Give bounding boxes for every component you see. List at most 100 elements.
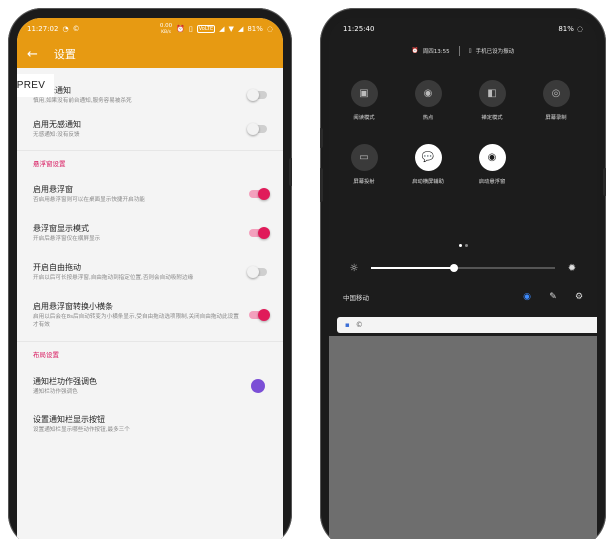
qs-tile-label: 阅读模式	[353, 115, 375, 121]
ring-mode-status[interactable]: 手机已设为振动	[476, 47, 515, 55]
page-indicator	[329, 244, 597, 247]
app-notification-icon: ©	[72, 25, 80, 33]
setting-title: 启用无感通知	[33, 120, 81, 129]
brightness-fill	[371, 267, 454, 269]
enable-float-switch[interactable]	[249, 188, 270, 200]
page-title: 设置	[53, 48, 76, 61]
cast-icon: ▭	[350, 144, 378, 171]
setting-subtitle: 开启以后可长按悬浮窗,自由拖动到指定位置,否则会自动吸附边缘	[33, 275, 194, 281]
qs-tile-zen-mode[interactable]: ◧ 禅定模式	[463, 80, 521, 121]
setting-title: 示通知	[47, 86, 71, 95]
app-bar: ← 设置	[17, 40, 283, 68]
signal-icon: ◢	[219, 25, 225, 33]
screenshot-stage: 11:27:02 ◔ © 0.00 KB/s ⏰ ▯ VoLTE ◢ ▼ ◢ 8…	[0, 0, 614, 539]
hotspot-icon: ◉	[414, 80, 442, 107]
auto-brightness-icon[interactable]: ✹	[565, 263, 579, 274]
qs-info-row: ⏰ 周四13:55 ▯ 手机已设为振动	[329, 40, 597, 62]
setting-subtitle: 开启后悬浮窗仅在横屏显示	[33, 236, 101, 242]
hide-notification-switch[interactable]	[247, 89, 267, 101]
right-phone-frame: 11:25:40 81% ◌ ⏰ 周四13:55 ▯ 手机已设为振动 ▣ 阅读模式…	[320, 8, 606, 539]
qs-tile-label: 热点	[422, 115, 434, 121]
setting-title: 开启自由拖动	[33, 263, 81, 272]
back-arrow-icon[interactable]: ←	[27, 48, 38, 61]
left-phone-frame: 11:27:02 ◔ © 0.00 KB/s ⏰ ▯ VoLTE ◢ ▼ ◢ 8…	[8, 8, 292, 539]
qs-tile-label: 启动横屏辅助	[412, 179, 444, 185]
battery-level: 81%	[558, 25, 574, 33]
setting-row-free-drag[interactable]: 开启自由拖动 开启以后可长按悬浮窗,自由拖动到指定位置,否则会自动吸附边缘	[17, 253, 283, 291]
setting-row-float-mode[interactable]: 悬浮窗显示模式 开启后悬浮窗仅在横屏显示	[17, 213, 283, 253]
qs-tile-label: 屏幕录制	[545, 115, 567, 121]
power-button	[289, 158, 292, 186]
edit-pencil-icon[interactable]: ✎	[545, 292, 561, 302]
brightness-low-icon: ☼	[349, 262, 359, 274]
net-speed: 0.00	[159, 22, 173, 29]
chat-bubble-icon: ▪	[345, 321, 350, 329]
brightness-thumb[interactable]	[449, 264, 458, 272]
notification-strip[interactable]: ▪ ©	[337, 317, 597, 333]
page-dot-current	[458, 244, 462, 247]
chat-bubble-icon: 💬	[414, 144, 442, 171]
setting-subtitle: 否启用悬浮窗则可以在桌面显示快捷开启功能	[33, 197, 145, 203]
book-icon: ▣	[350, 80, 378, 107]
carrier-name: 中国移动	[343, 294, 369, 302]
section-header-layout: 布局设置	[33, 351, 59, 359]
settings-screen: 11:27:02 ◔ © 0.00 KB/s ⏰ ▯ VoLTE ◢ ▼ ◢ 8…	[17, 18, 283, 539]
qs-tile-cast[interactable]: ▭ 屏幕投射	[335, 144, 393, 185]
setting-row-notification-buttons[interactable]: 设置通知栏显示按钮 设置通知栏显示哪些动作按钮,最多三个	[17, 406, 283, 442]
qs-tile-chat-bubble[interactable]: 💬 启动横屏辅助	[399, 144, 457, 185]
prev-overlay-label: PREV	[17, 74, 54, 97]
brightness-slider[interactable]	[371, 264, 555, 272]
user-account-icon[interactable]: ◉	[519, 292, 535, 302]
setting-subtitle: 慎用,如果没有前台通知,服务容易被杀死	[33, 98, 132, 104]
volume-button	[320, 168, 323, 202]
alarm-icon: ⏰	[411, 48, 419, 54]
settings-gear-icon[interactable]: ⚙	[571, 292, 587, 302]
qs-tile-screen-record[interactable]: ◎ 屏幕录制	[527, 80, 585, 121]
setting-subtitle: 启用以后会在8s后自动转变为小横条显示,受自由拖动选项限制,关闭自由拖动此设置才…	[33, 314, 239, 328]
float-bar-switch[interactable]	[249, 309, 270, 321]
battery-ring-icon: ◌	[266, 25, 273, 33]
section-header-float: 悬浮窗设置	[33, 160, 66, 168]
alarm-icon: ⏰	[176, 25, 185, 33]
status-bar: 11:25:40 81% ◌	[329, 18, 597, 40]
status-time: 11:25:40	[343, 25, 375, 33]
alert-slider	[320, 128, 323, 148]
vibrate-icon: ▯	[468, 48, 472, 54]
setting-row-accent-color[interactable]: 通知栏功作强调色 通知栏功作强调色	[17, 366, 283, 406]
status-time: 11:27:02	[27, 25, 59, 33]
silent-notification-switch[interactable]	[247, 123, 267, 135]
next-alarm[interactable]: 周四13:55	[423, 47, 450, 55]
setting-title: 设置通知栏显示按钮	[33, 415, 105, 424]
app-notification-icon: ©	[355, 321, 363, 329]
wifi-icon: ▼	[228, 25, 234, 33]
accent-color-swatch[interactable]	[251, 379, 265, 393]
record-dot-icon: ◉	[478, 144, 506, 171]
qs-tile-hotspot[interactable]: ◉ 热点	[399, 80, 457, 121]
qs-tile-record-dot[interactable]: ◉ 启动悬浮窗	[463, 144, 521, 185]
setting-subtitle: 通知栏功作强调色	[33, 389, 78, 395]
setting-row-hide-notification[interactable]: 示通知 慎用,如果没有前台通知,服务容易被杀死	[17, 68, 283, 110]
zen-mode-icon: ◧	[478, 80, 506, 107]
volte-badge: VoLTE	[196, 25, 216, 33]
free-drag-switch[interactable]	[247, 266, 267, 278]
vibrate-icon: ▯	[188, 25, 193, 33]
quick-settings-screen: 11:25:40 81% ◌ ⏰ 周四13:55 ▯ 手机已设为振动 ▣ 阅读模式…	[329, 18, 597, 539]
screen-record-icon: ◎	[542, 80, 570, 107]
setting-title: 通知栏功作强调色	[33, 377, 97, 386]
setting-row-float-bar[interactable]: 启用悬浮窗转换小横条 启用以后会在8s后自动转变为小横条显示,受自由拖动选项限制…	[17, 291, 283, 339]
battery-ring-icon: ◌	[576, 25, 583, 33]
qs-tile-book[interactable]: ▣ 阅读模式	[335, 80, 393, 121]
setting-title: 启用悬浮窗	[33, 185, 73, 194]
settings-list: PREV 示通知 慎用,如果没有前台通知,服务容易被杀死 启用无感通知 无感通知…	[17, 68, 283, 442]
battery-level: 81%	[247, 25, 263, 33]
float-mode-switch[interactable]	[249, 227, 270, 239]
qs-footer: 中国移动 ◉ ✎ ⚙	[343, 290, 587, 304]
net-speed-unit: KB/s	[161, 29, 171, 35]
qs-tile-label: 启动悬浮窗	[478, 179, 506, 185]
brightness-row: ☼ ✹	[347, 259, 579, 277]
setting-row-enable-float[interactable]: 启用悬浮窗 否启用悬浮窗则可以在桌面显示快捷开启功能	[17, 175, 283, 213]
setting-subtitle: 无感通知:没有反馈	[33, 132, 80, 138]
page-dot	[464, 244, 468, 247]
setting-row-silent-notification[interactable]: 启用无感通知 无感通知:没有反馈	[17, 110, 283, 148]
setting-title: 悬浮窗显示模式	[33, 224, 89, 233]
